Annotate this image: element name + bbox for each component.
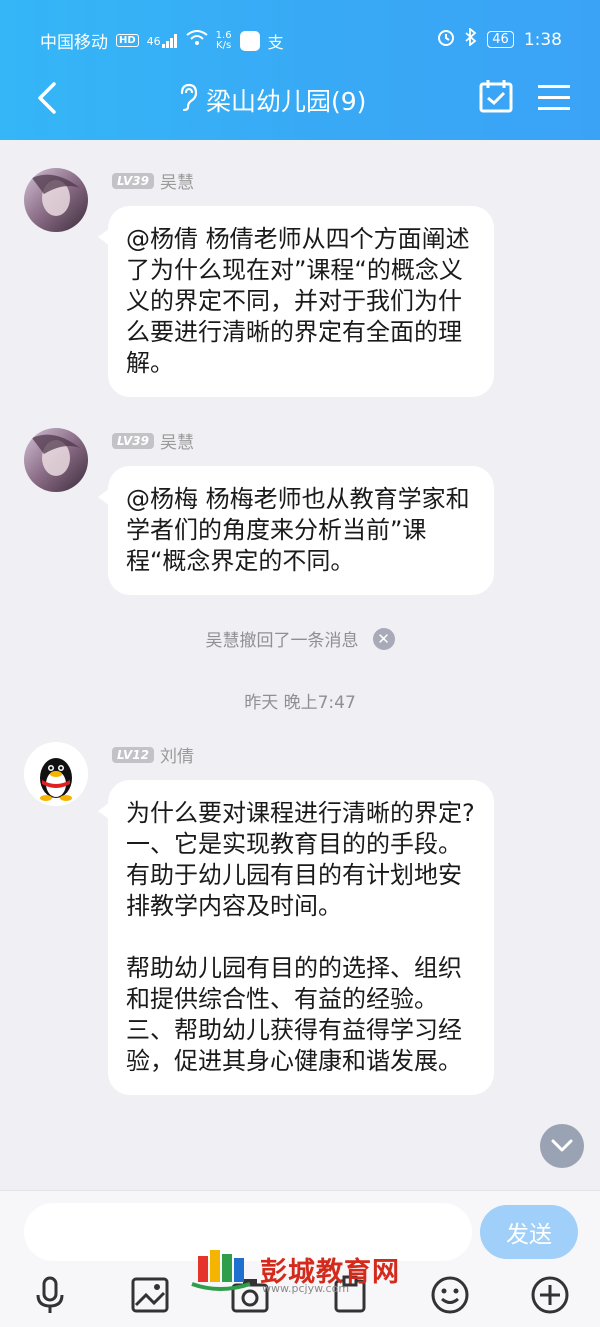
app-notification-icon — [239, 30, 260, 51]
alarm-icon — [437, 28, 455, 51]
hamburger-menu-icon[interactable] — [538, 84, 570, 116]
battery-indicator: 46 — [487, 31, 514, 48]
microphone-icon[interactable] — [30, 1275, 70, 1315]
avatar[interactable] — [24, 168, 88, 232]
timestamp: 昨天 晚上7:47 — [244, 693, 356, 713]
sender-meta: LV12 刘倩 — [112, 742, 194, 767]
chat-title[interactable]: 梁山幼儿园(9) — [178, 82, 366, 118]
bluetooth-icon — [465, 27, 477, 51]
sender-name[interactable]: 吴慧 — [160, 428, 194, 453]
sender-meta: LV39 吴慧 — [112, 168, 194, 193]
emoji-icon[interactable] — [430, 1275, 470, 1315]
speed-value: 1.6 — [215, 29, 232, 41]
wifi-icon — [186, 30, 208, 51]
signal-icon: 46 — [146, 33, 178, 48]
nav-bar: 梁山幼儿园(9) — [0, 68, 600, 128]
sender-name[interactable]: 刘倩 — [160, 742, 194, 767]
back-arrow-icon[interactable] — [34, 78, 60, 118]
recall-notice: 吴慧撤回了一条消息 ✕ — [0, 626, 600, 651]
image-icon[interactable] — [130, 1275, 170, 1315]
level-badge: LV39 — [112, 432, 154, 449]
level-badge: LV39 — [112, 172, 154, 189]
message-bubble[interactable]: @杨梅 杨梅老师也从教育学家和学者们的角度来分析当前”课程“概念界定的不同。 — [98, 466, 494, 595]
speed-unit: K/s — [216, 39, 232, 51]
watermark: 彭城教育网 www.pcjyw.com — [190, 1246, 420, 1296]
message-bubble[interactable]: 为什么要对课程进行清晰的界定?一、它是实现教育目的的手段。有助于幼儿园有目的有计… — [98, 780, 494, 1095]
sender-name[interactable]: 吴慧 — [160, 168, 194, 193]
watermark-logo-icon — [191, 1250, 251, 1291]
group-name: 梁山幼儿园(9) — [206, 87, 367, 116]
network-type-label: 46 — [146, 34, 161, 48]
top-bar: 中国移动 HD 46 1.6 K/s 支 46 1:38 梁山幼儿园(9) — [0, 0, 600, 140]
sender-meta: LV39 吴慧 — [112, 428, 194, 453]
alipay-icon: 支 — [267, 32, 284, 52]
status-bar: 中国移动 HD 46 1.6 K/s 支 46 1:38 — [0, 22, 600, 54]
clock: 1:38 — [523, 29, 562, 50]
avatar[interactable] — [24, 428, 88, 492]
chat-area[interactable]: LV39 吴慧 @杨倩 杨倩老师从四个方面阐述了为什么现在对”课程“的概念义义的… — [0, 140, 600, 1190]
scroll-down-icon[interactable] — [540, 1124, 584, 1168]
send-button[interactable]: 发送 — [480, 1205, 578, 1259]
ear-icon — [178, 83, 198, 117]
plus-circle-icon[interactable] — [530, 1275, 570, 1315]
calendar-check-icon[interactable] — [478, 78, 514, 118]
recall-text: 吴慧撤回了一条消息 — [205, 631, 359, 651]
level-badge: LV12 — [112, 746, 154, 763]
message-bubble[interactable]: @杨倩 杨倩老师从四个方面阐述了为什么现在对”课程“的概念义义的界定不同，并对于… — [98, 206, 494, 397]
avatar[interactable] — [24, 742, 88, 806]
network-speed: 1.6 K/s — [215, 29, 232, 51]
hd-badge: HD — [116, 34, 139, 47]
watermark-url: www.pcjyw.com — [262, 1282, 350, 1295]
carrier-label: 中国移动 — [40, 33, 108, 53]
close-icon[interactable]: ✕ — [372, 627, 395, 650]
